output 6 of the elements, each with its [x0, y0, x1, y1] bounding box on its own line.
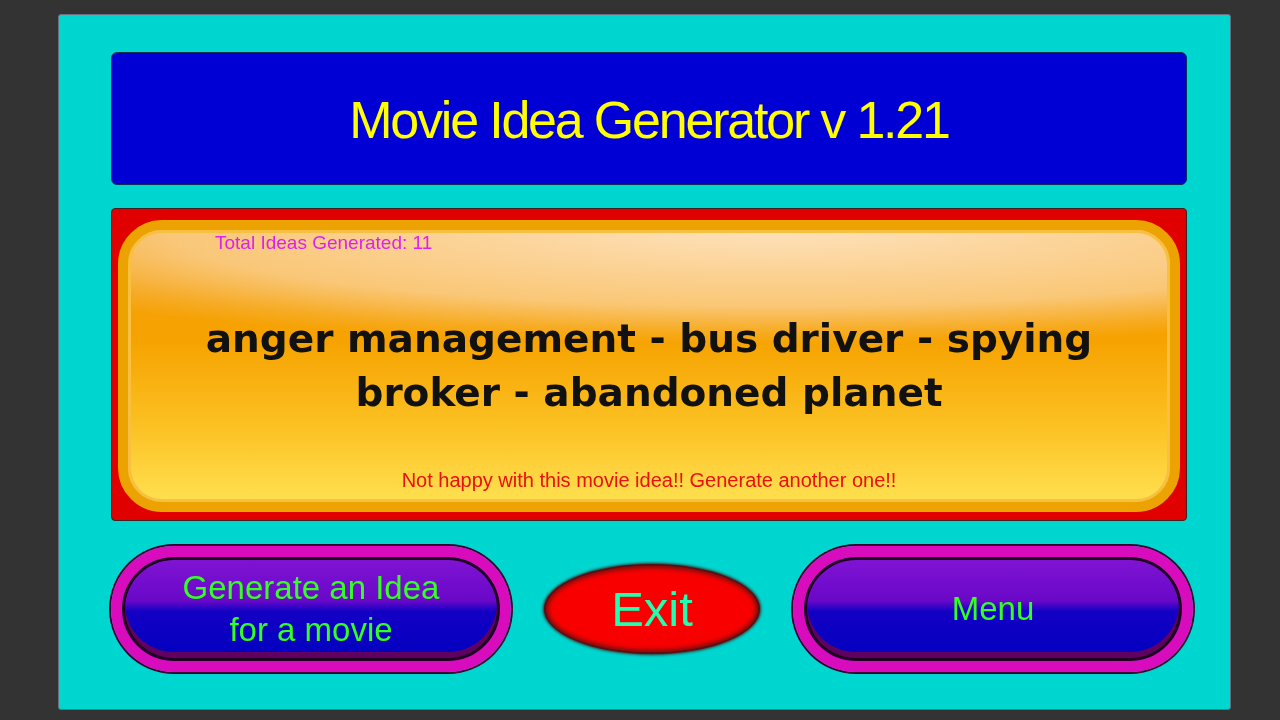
movie-idea-text: anger management - bus driver - spying broker - abandoned planet	[204, 314, 1094, 417]
menu-button[interactable]: Menu	[793, 545, 1193, 672]
app-title: Movie Idea Generator v 1.21	[349, 89, 949, 150]
ideas-counter: Total Ideas Generated: 11	[215, 232, 433, 254]
hint-text: Not happy with this movie idea!! Generate another one!!	[401, 469, 897, 492]
generate-idea-button[interactable]: Generate an Idea for a movie	[111, 545, 511, 672]
